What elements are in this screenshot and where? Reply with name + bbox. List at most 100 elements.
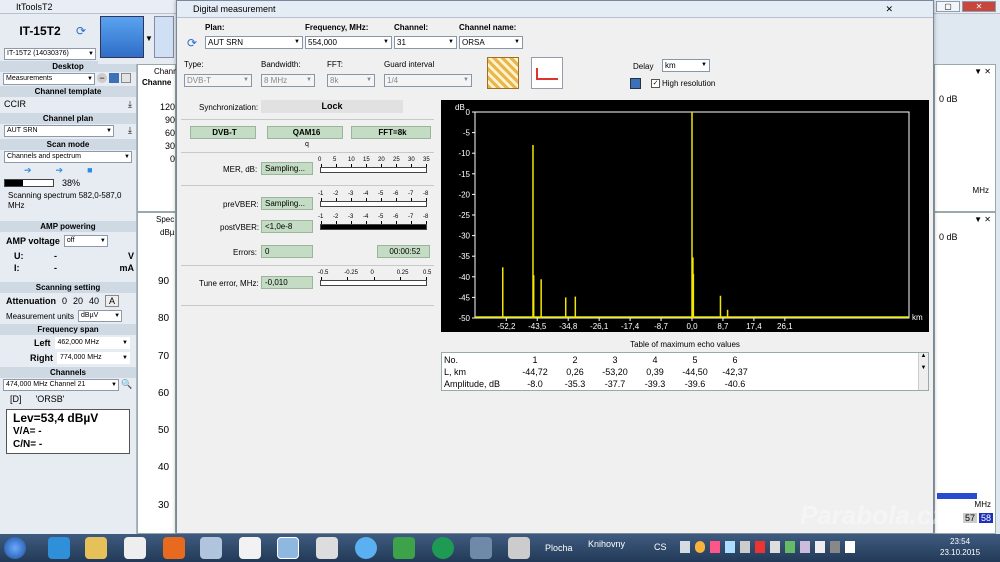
high-resolution-checkbox[interactable]: ✓ <box>651 79 660 88</box>
plan-select[interactable]: AUT SRN <box>205 36 303 49</box>
bandwidth-select[interactable]: 8 MHz <box>261 74 315 87</box>
save-icon[interactable] <box>109 73 119 83</box>
plocha-label[interactable]: Plocha <box>545 543 573 553</box>
meter-tick-label: -6 <box>393 191 399 197</box>
explorer-icon[interactable] <box>85 537 107 559</box>
media-icon[interactable] <box>124 537 146 559</box>
units-select[interactable]: dBµV <box>78 310 123 322</box>
globe-icon[interactable] <box>432 537 454 559</box>
download-icon[interactable]: ⤓ <box>128 125 132 137</box>
guard-interval-select[interactable]: 1/4 <box>384 74 472 87</box>
table-cell <box>876 355 914 365</box>
maximize-button[interactable]: ▢ <box>936 1 960 12</box>
knihovny-label[interactable]: Knihovny <box>588 539 625 549</box>
cloud-icon[interactable] <box>355 537 377 559</box>
y-tick-label: -15 <box>458 170 470 179</box>
tray-icons[interactable] <box>680 541 855 553</box>
background-channel-panel: Chann Channe 120 90 60 30 0 <box>137 64 178 212</box>
stop-icon[interactable]: ■ <box>87 165 92 176</box>
meter-tick-label: -5 <box>378 191 384 197</box>
channel-name-select[interactable]: ORSA <box>459 36 523 49</box>
bg-tick-label: 80 <box>158 313 170 325</box>
template-value: CCIR <box>4 99 26 109</box>
left-freq-label: Left <box>34 338 51 348</box>
clock[interactable]: 23:54 23.10.2015 <box>940 536 980 558</box>
download-icon[interactable]: ⤓ <box>128 99 132 110</box>
remove-icon[interactable]: − <box>97 73 107 83</box>
close-icon[interactable]: ✕ <box>885 1 893 18</box>
type-select[interactable]: DVB-T <box>184 74 252 87</box>
image-icon[interactable] <box>470 537 492 559</box>
table-cell: 3 <box>612 355 618 365</box>
errors-value: 0 <box>261 245 313 258</box>
att-40[interactable]: 40 <box>89 296 99 306</box>
x-tick-label: -8,7 <box>654 322 668 331</box>
panel-controls[interactable]: ▼ ✕ <box>935 213 995 226</box>
tool-icon[interactable] <box>200 537 222 559</box>
play-icon[interactable]: ➔ <box>24 165 32 176</box>
ittools-icon[interactable] <box>277 537 299 559</box>
fast-forward-icon[interactable]: ➔ <box>56 165 64 176</box>
amp-voltage-select[interactable]: off <box>63 235 108 247</box>
w-app-icon[interactable] <box>239 537 261 559</box>
firefox-icon[interactable] <box>163 537 185 559</box>
add-icon[interactable] <box>121 73 131 83</box>
meter-tick-label: -7 <box>408 191 414 197</box>
meter-tick-label: -0.25 <box>344 270 358 276</box>
language-indicator[interactable]: CS <box>654 542 667 552</box>
y-tick-label: -25 <box>458 211 470 220</box>
table-cell: 4 <box>652 355 658 365</box>
attenuation-label: Attenuation <box>6 296 56 306</box>
save-icon[interactable] <box>630 78 641 89</box>
table-cell <box>836 367 874 377</box>
noise-floor <box>937 493 977 499</box>
waveform-toolbar-icon[interactable] <box>154 16 174 58</box>
fft-badge: FFT=8k <box>351 126 431 139</box>
start-button[interactable] <box>4 537 26 559</box>
y-tick-label: -10 <box>458 149 470 158</box>
dab-icon[interactable] <box>508 537 530 559</box>
spectrum-toolbar-icon[interactable] <box>100 16 144 58</box>
att-0[interactable]: 0 <box>62 296 67 306</box>
fft-select[interactable]: 8k <box>327 74 375 87</box>
ie-icon[interactable] <box>48 537 70 559</box>
panel-controls[interactable]: ▼ ✕ <box>935 65 995 78</box>
channel-select[interactable]: 31 <box>394 36 457 49</box>
meter-tick-label: -8 <box>423 191 429 197</box>
desktop-select[interactable]: Measurements <box>3 73 95 85</box>
delay-unit-select[interactable]: km <box>662 59 710 72</box>
chevron-down-icon[interactable]: ▼ <box>145 34 153 43</box>
channel-select[interactable]: 474,000 MHz Channel 21 <box>3 379 119 391</box>
prevber-value: Sampling... <box>261 197 313 210</box>
channel-plan-header: Channel plan <box>0 113 136 124</box>
table-cell: 1 <box>532 355 538 365</box>
frequency-select[interactable]: 554,000 <box>305 36 392 49</box>
grid-analysis-icon[interactable] <box>487 57 519 89</box>
echo-spectrum-icon[interactable] <box>531 57 563 89</box>
scan-mode-select[interactable]: Channels and spectrum <box>4 151 132 163</box>
postvber-label: postVBER: <box>220 223 260 232</box>
table-cell <box>796 355 834 365</box>
channel-tab[interactable]: Chann <box>138 65 178 76</box>
right-freq-select[interactable]: 774,000 MHz <box>57 352 130 364</box>
table-cell: -53,20 <box>602 367 628 377</box>
att-auto-button[interactable]: A <box>105 295 120 307</box>
meter-tick-label: 15 <box>363 157 370 163</box>
left-freq-select[interactable]: 462,000 MHz <box>54 337 130 349</box>
right-panel-bottom: ▼ ✕ 0 dB MHz 57 58 <box>934 212 996 534</box>
calculator-icon[interactable] <box>316 537 338 559</box>
refresh-icon[interactable]: ⟳ <box>187 36 197 50</box>
search-icon[interactable]: 🔍 <box>121 379 132 391</box>
table-scrollbar[interactable]: ▲ ▼ <box>918 353 928 390</box>
high-resolution-label: High resolution <box>662 79 716 88</box>
spectrum-tab[interactable]: Spec <box>138 213 175 224</box>
close-button[interactable]: ✕ <box>962 1 996 12</box>
att-20[interactable]: 20 <box>73 296 83 306</box>
q-mark: q <box>305 141 309 148</box>
device-select[interactable]: IT-15T2 (14030376) <box>4 48 96 60</box>
channel-plan-select[interactable]: AUT SRN <box>4 125 114 137</box>
refresh-icon[interactable]: ⟳ <box>76 24 86 38</box>
y-tick-label: -50 <box>458 314 470 323</box>
search-app-icon[interactable] <box>393 537 415 559</box>
table-cell: -42,37 <box>722 367 748 377</box>
